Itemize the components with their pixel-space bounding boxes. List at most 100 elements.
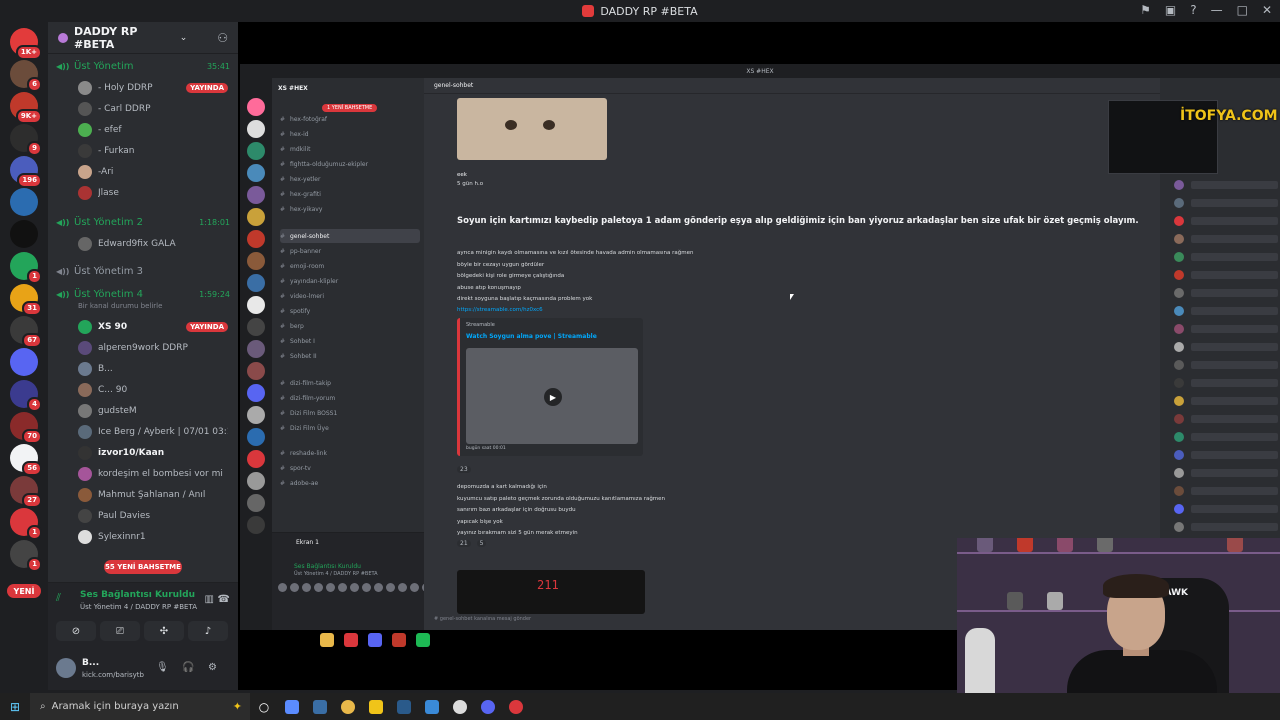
steam-icon[interactable] [390,693,418,720]
message-line: kuyumcu satıp paleto geçmek zorunda oldu… [457,495,666,502]
voice-user[interactable]: gudsteM [78,402,228,420]
signal-icon[interactable]: ⫽ [56,591,61,605]
discord-icon[interactable] [474,693,502,720]
voice-user[interactable]: Edward9fix GALA [78,235,228,253]
camera-off-button[interactable]: ⊘ [56,621,96,641]
chrome2-icon[interactable] [502,693,530,720]
voice-user[interactable]: Paul Davies [78,507,228,525]
avatar[interactable] [56,658,76,678]
server-icon[interactable]: 1 [10,252,42,284]
voice-channel-timer: 1:59:24 [199,289,230,299]
minimize-button[interactable]: — [1211,3,1223,17]
inner-channel-name: reshade-link [290,449,327,457]
voice-user[interactable]: Jlase [78,184,228,202]
copilot-icon[interactable]: ✦ [233,700,242,713]
voice-user[interactable]: - Holy DDRP YAYINDA [78,79,228,97]
inner-voice-panel: Ekran 1 Ses Bağlantısı Kuruldu Üst Yönet… [272,532,431,630]
disconnect-icon[interactable]: ☎ [218,594,230,605]
help-icon[interactable]: ? [1190,3,1196,17]
hash-icon: # [280,394,286,402]
gear-icon[interactable]: ⚙ [208,662,217,673]
voice-channel[interactable]: ◀)) Üst Yönetim 2 1:18:01 [56,213,230,231]
game-icon[interactable] [446,693,474,720]
server-icon[interactable]: 1 [10,508,42,540]
voice-user[interactable]: - efef [78,121,228,139]
avatar [78,446,92,460]
live-badge: YAYINDA [186,322,228,332]
reactions-row: 23 [457,466,471,473]
voice-channel-name: Üst Yönetim 4 [74,288,143,300]
voice-user[interactable]: alperen9work DDRP [78,339,228,357]
server-icon[interactable]: 4 [10,380,42,412]
server-header[interactable]: DADDY RP #BETA ⌄ ⚇ [48,22,238,54]
maximize-button[interactable]: □ [1237,3,1248,17]
new-pill[interactable]: YENİ [7,584,41,598]
soundboard-button[interactable]: ♪ [188,621,228,641]
screen-share-button[interactable]: ⎚ [100,621,140,641]
chrome-icon[interactable] [334,693,362,720]
microphone-icon[interactable]: 🎙 [156,662,169,673]
avatar [1174,216,1184,226]
inner-channel-item: # hex-yetler [280,172,420,186]
voice-channel[interactable]: ◀)) Üst Yönetim 4 1:59:24 [56,285,230,303]
inner-member-name-blur [1191,397,1278,405]
voice-channel[interactable]: ◀)) Üst Yönetim 3 [56,262,230,280]
server-icon[interactable]: 6 [10,60,42,92]
voice-user[interactable]: -Ari [78,163,228,181]
inner-server-icon [247,516,265,534]
server-icon[interactable] [10,348,38,376]
inner-channel-name: spotify [290,307,311,315]
task-view-icon[interactable]: ○ [250,693,278,720]
inner-member-name-blur [1191,199,1278,207]
server-icon[interactable]: 9K+ [10,92,42,124]
voice-user[interactable]: Sylexinnr1 [78,528,228,546]
inner-participant-row [278,583,431,592]
invite-people-icon[interactable]: ⚇ [217,31,228,45]
voice-user[interactable]: - Carl DDRP [78,100,228,118]
app2-icon[interactable] [418,693,446,720]
inner-channel-sidebar: XS #HEX 1 YENİ BAHSETME # hex-fotoğraf # he… [272,78,431,630]
headphones-icon[interactable]: 🎧 [182,662,194,673]
voice-user[interactable]: B... [78,360,228,378]
taskbar-search[interactable]: ⌕ Aramak için buraya yazın ✦ [30,693,250,720]
voice-channel[interactable]: ◀)) Üst Yönetim 35:41 [56,57,230,75]
server-icon[interactable] [10,188,38,216]
voice-status-title[interactable]: Ses Bağlantısı Kuruldu [80,590,195,600]
inner-channel-item: # Dizi Film Üye [280,421,420,435]
activities-button[interactable]: ✣ [144,621,184,641]
inner-channel-name: adobe-ae [290,479,319,487]
server-icon[interactable]: 31 [10,284,42,316]
channel-status[interactable]: Bir kanal durumu belirle [78,302,162,310]
screen-icon[interactable]: ▣ [1165,3,1176,17]
voice-user[interactable]: - Furkan [78,142,228,160]
file-explorer-icon[interactable] [362,693,390,720]
server-icon[interactable]: 70 [10,412,42,444]
message-line: yayınız bırakmam sizi 5 gün merak etmeyi… [457,530,578,536]
inner-channel-item: # hex-id [280,127,420,141]
user-name[interactable]: B... [82,658,99,668]
voice-user[interactable]: kordeşim el bombesi vor mi [78,465,228,483]
reaction-count-3: 5 [476,540,487,547]
server-icon[interactable] [10,220,38,248]
voice-user[interactable]: Ice Berg / Ayberk | 07/01 03:18 [78,423,228,441]
server-icon[interactable]: 27 [10,476,42,508]
server-icon[interactable]: 1K+ [10,28,42,60]
noise-suppression-icon[interactable]: ▥ [205,594,214,605]
voice-user[interactable]: C... 90 [78,381,228,399]
voice-user[interactable]: Mahmut Şahlanan / Anıl [78,486,228,504]
inbox-icon[interactable]: ⚑ [1140,3,1151,17]
inner-server-icon [247,318,265,336]
server-icon[interactable]: 56 [10,444,42,476]
calculator-icon[interactable] [306,693,334,720]
voice-user[interactable]: XS 90 YAYINDA [78,318,228,336]
voice-user[interactable]: izvor10/Kaan [78,444,228,462]
server-icon[interactable]: 9 [10,124,42,156]
new-mentions-banner[interactable]: 55 YENİ BAHSETME [104,560,182,574]
inner-member-row [1174,502,1278,516]
server-icon[interactable]: 67 [10,316,42,348]
app-icon[interactable] [278,693,306,720]
close-button[interactable]: ✕ [1262,3,1272,17]
windows-start-icon[interactable]: ⊞ [0,700,30,714]
server-icon[interactable]: 1 [10,540,42,572]
server-icon[interactable]: 196 [10,156,42,188]
